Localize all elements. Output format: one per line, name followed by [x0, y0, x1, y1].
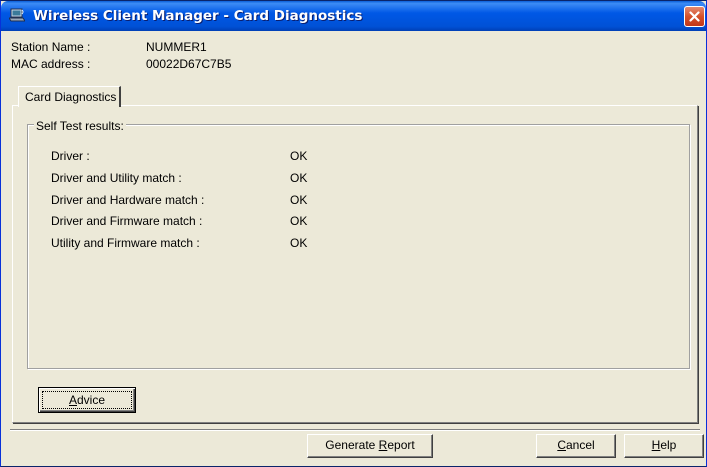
- result-label: Driver and Firmware match :: [51, 214, 203, 228]
- self-test-title: Self Test results:: [34, 119, 126, 133]
- result-value: OK: [290, 149, 308, 163]
- cancel-button[interactable]: Cancel: [536, 434, 616, 458]
- close-icon: [689, 11, 700, 22]
- result-label: Driver :: [51, 149, 90, 163]
- title-bar[interactable]: Wireless Client Manager - Card Diagnosti…: [1, 1, 706, 31]
- result-value: OK: [290, 193, 308, 207]
- advice-button[interactable]: Advice: [38, 387, 136, 413]
- result-label: Driver and Utility match :: [51, 171, 182, 185]
- generate-report-button[interactable]: Generate Report: [307, 434, 433, 458]
- focus-rect: [42, 391, 132, 409]
- result-label: Driver and Hardware match :: [51, 193, 205, 207]
- station-name-label: Station Name :: [11, 40, 91, 54]
- result-value: OK: [290, 214, 308, 228]
- tab-card-diagnostics[interactable]: Card Diagnostics: [18, 86, 121, 107]
- station-name-value: NUMMER1: [146, 40, 207, 54]
- footer-separator: [10, 429, 700, 431]
- generate-report-label-post: eport: [387, 438, 415, 452]
- laptop-wireless-icon: [8, 8, 26, 22]
- result-label: Utility and Firmware match :: [51, 236, 200, 250]
- result-value: OK: [290, 171, 308, 185]
- cancel-label-post: ancel: [565, 438, 595, 452]
- window-title: Wireless Client Manager - Card Diagnosti…: [33, 8, 363, 24]
- tab-label: Card Diagnostics: [25, 90, 117, 104]
- dialog-window: Wireless Client Manager - Card Diagnosti…: [0, 0, 707, 467]
- close-button[interactable]: [684, 6, 705, 27]
- mac-address-label: MAC address :: [11, 57, 91, 71]
- cancel-mnemonic: C: [557, 438, 566, 452]
- generate-report-label-pre: Generate: [325, 438, 379, 452]
- help-label-post: elp: [660, 438, 677, 452]
- mac-address-value: 00022D67C7B5: [146, 57, 232, 71]
- result-value: OK: [290, 236, 308, 250]
- help-button[interactable]: Help: [624, 434, 704, 458]
